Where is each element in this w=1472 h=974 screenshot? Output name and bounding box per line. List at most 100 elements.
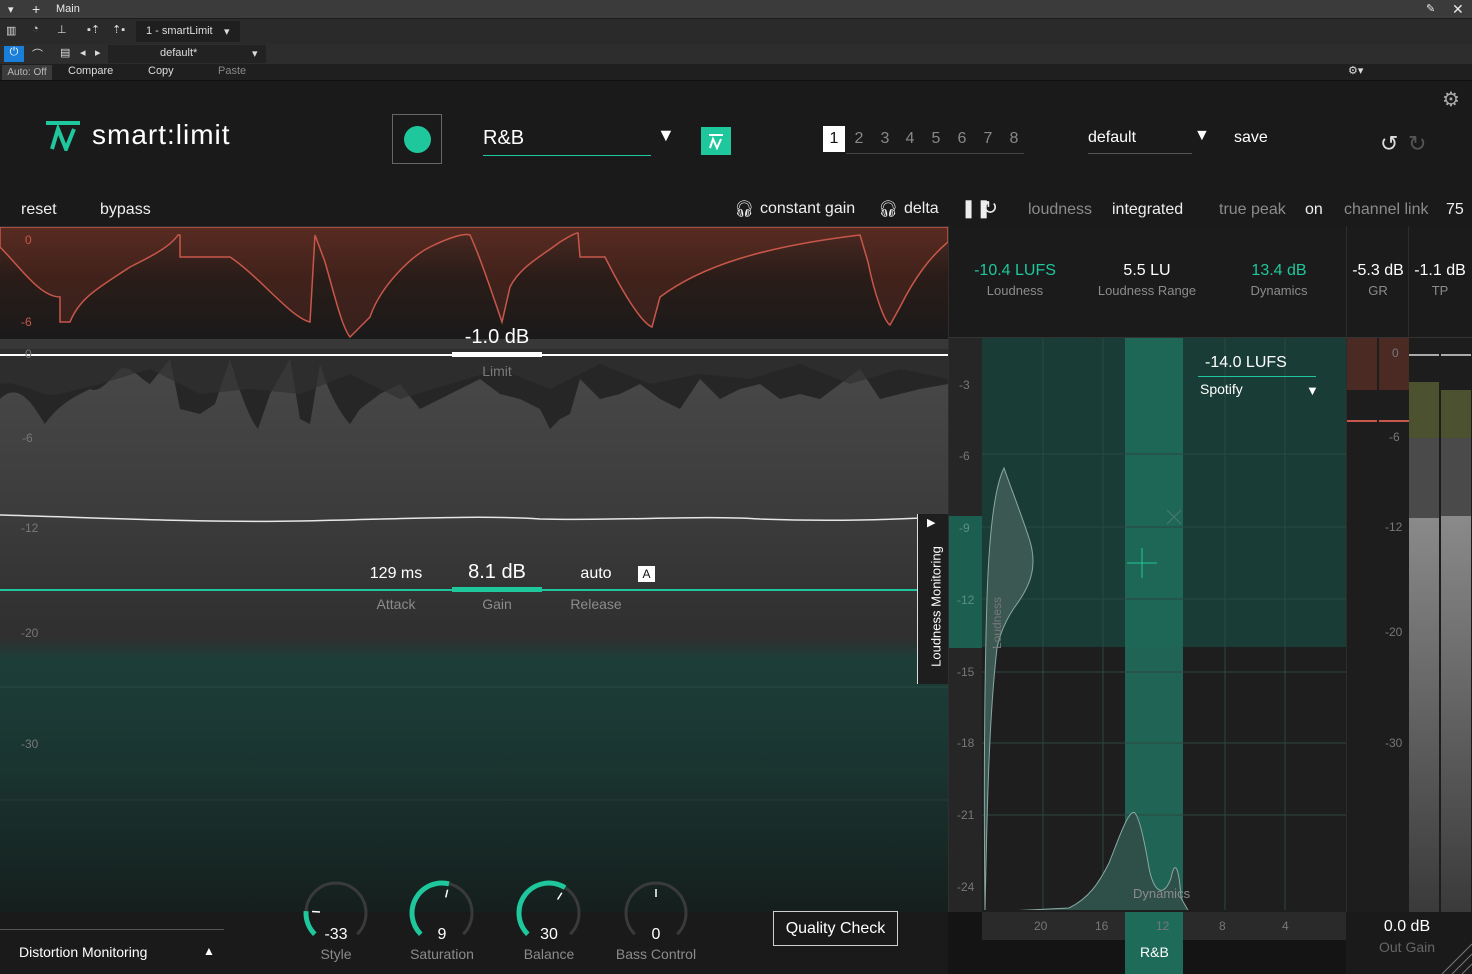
target-underline [1198, 376, 1316, 377]
gain-reduction-curve [0, 227, 948, 339]
gr-value: -5.3 dB [1352, 262, 1404, 279]
slot-3[interactable]: 3 [874, 126, 896, 152]
channel-link-value[interactable]: 75 [1446, 201, 1464, 219]
plot-scale-3: -3 [959, 378, 970, 392]
preset-underline [1088, 153, 1192, 154]
slot-underline [846, 153, 1024, 154]
slot-4[interactable]: 4 [899, 126, 921, 152]
output-meters: 0 -6 -12 -20 -30 [1346, 338, 1472, 912]
slot-7[interactable]: 7 [977, 126, 999, 152]
target-platform[interactable]: Spotify [1200, 381, 1243, 397]
preset-dropdown-icon[interactable]: ▼ [1194, 127, 1210, 145]
limit-handle[interactable] [452, 352, 542, 357]
slot-6[interactable]: 6 [951, 126, 973, 152]
loudness-mode-label: loudness [1028, 201, 1093, 218]
saturation-knob[interactable]: 9 Saturation [397, 876, 487, 974]
limit-value[interactable]: -1.0 dB [452, 326, 542, 349]
profile-tag-box: R&B [1125, 940, 1183, 974]
dynamics-value: 13.4 dB [1251, 262, 1307, 279]
profile-dropdown-icon[interactable]: ▼ [657, 125, 675, 146]
host-title-bar: ▾ + Main ✎ ✕ [0, 0, 1472, 19]
x-scale-12: 12 [1156, 919, 1170, 933]
constant-gain-button[interactable]: constant gain [760, 200, 855, 218]
out-gain-value[interactable]: 0.0 dB [1361, 918, 1453, 936]
gain-handle[interactable] [452, 587, 542, 592]
preset-list-icon[interactable]: ▤ [60, 46, 70, 59]
redo-icon[interactable]: ↻ [1408, 131, 1426, 157]
track-selector[interactable]: 1 - smartLimit ▾ [136, 21, 240, 42]
profile-tag: R&B [1140, 944, 1169, 960]
resize-grip-icon[interactable] [1438, 940, 1472, 974]
loudness-value: -10.4 LUFS [974, 262, 1056, 279]
copy-button[interactable]: Copy [148, 65, 174, 77]
prev-preset-icon[interactable]: ◂ [80, 46, 86, 59]
reset-meter-icon[interactable]: ↻ [982, 197, 998, 220]
waveform-display[interactable]: 0 -6 0 -6 -12 -20 -30 -1.0 dB Limit 129 … [0, 226, 948, 912]
gain-value[interactable]: 8.1 dB [452, 561, 542, 584]
slot-8[interactable]: 8 [1003, 126, 1025, 152]
meter-scale-0: 0 [1392, 346, 1399, 360]
plot-scale-9: -9 [959, 521, 970, 535]
out-gain-area[interactable]: 0.0 dB Out Gain [1346, 912, 1472, 974]
undo-icon[interactable]: ↺ [1380, 131, 1398, 157]
sidechain-icon[interactable]: ▪⇡ [87, 23, 100, 36]
host-toolbar: ▥ ◔ ⊥ ▪⇡ ⇡▪ 1 - smartLimit ▾ [0, 19, 1472, 44]
midi-icon[interactable]: ⇡▪ [112, 23, 125, 36]
attack-label: Attack [376, 596, 416, 612]
chevron-down-icon: ▾ [252, 48, 258, 60]
release-label: Release [570, 596, 622, 612]
routing-icon[interactable]: ⊥ [57, 23, 67, 36]
compare-button[interactable]: Compare [68, 65, 113, 77]
distortion-monitoring-tab[interactable]: Distortion Monitoring ▲ [0, 929, 224, 974]
bass-control-knob[interactable]: 0 Bass Control [611, 876, 701, 974]
automation-icon[interactable]: ⌒ [32, 46, 43, 62]
slot-1[interactable]: 1 [823, 126, 845, 152]
add-icon[interactable]: + [32, 1, 40, 17]
release-auto-badge[interactable]: A [638, 566, 655, 582]
bypass-button[interactable]: bypass [100, 201, 151, 219]
auto-button[interactable]: Auto: Off [2, 65, 52, 80]
host-preset-selector[interactable]: default* ▾ [108, 45, 266, 63]
target-zone-plot [949, 338, 1346, 912]
record-icon [404, 126, 431, 153]
paste-button[interactable]: Paste [218, 65, 246, 77]
dynamics-axis-label: Dynamics [1133, 886, 1191, 901]
meter-bars [1347, 338, 1471, 912]
release-value[interactable]: auto [551, 565, 641, 583]
pin-icon[interactable]: ✎ [1426, 2, 1435, 15]
columns-icon[interactable]: ▥ [6, 24, 16, 37]
power-dial-icon[interactable]: ◔ [32, 23, 39, 35]
settings-gear-icon[interactable]: ⚙ [1442, 87, 1460, 112]
profile-value[interactable]: R&B [483, 127, 524, 150]
plot-scale-24: -24 [957, 880, 975, 894]
plot-scale-15: -15 [957, 665, 975, 679]
balance-knob[interactable]: 30 Balance [504, 876, 594, 974]
gain-reduction-display: 0 -6 [0, 227, 948, 339]
saturation-label: Saturation [410, 946, 474, 962]
quality-check-button[interactable]: Quality Check [773, 911, 898, 946]
loudness-mode-value[interactable]: integrated [1112, 201, 1183, 219]
preset-name[interactable]: default [1088, 129, 1136, 147]
loudness-section: -10.4 LUFS Loudness 5.5 LU Loudness Rang… [948, 226, 1472, 974]
loudness-monitoring-tab[interactable]: ▶ Loudness Monitoring [917, 514, 948, 684]
target-loudness-value[interactable]: -14.0 LUFS [1205, 354, 1287, 372]
chevron-down-icon[interactable]: ▾ [8, 3, 14, 16]
platform-dropdown-icon[interactable]: ▼ [1306, 383, 1319, 398]
attack-value[interactable]: 129 ms [351, 565, 441, 583]
slot-2[interactable]: 2 [848, 126, 870, 152]
true-peak-toggle[interactable]: on [1305, 201, 1323, 219]
save-button[interactable]: save [1234, 129, 1268, 147]
close-icon[interactable]: ✕ [1452, 1, 1464, 18]
loudness-dynamics-plot[interactable]: -14.0 LUFS Spotify ▼ -3 -6 -9 -12 -15 -1… [949, 338, 1346, 912]
reset-button[interactable]: reset [21, 201, 57, 219]
gear-icon[interactable]: ⚙▾ [1348, 64, 1363, 77]
learn-button[interactable] [392, 114, 442, 164]
profile-ai-button[interactable] [701, 127, 731, 155]
slot-5[interactable]: 5 [925, 126, 947, 152]
style-knob[interactable]: -33 Style [291, 876, 381, 974]
next-preset-icon[interactable]: ▸ [95, 46, 101, 59]
power-icon[interactable]: ⏻ [4, 46, 24, 62]
delta-button[interactable]: delta [904, 200, 939, 218]
x-scale-8: 8 [1219, 919, 1226, 933]
dynamics-axis: 20 16 12 8 4 [982, 912, 1346, 940]
